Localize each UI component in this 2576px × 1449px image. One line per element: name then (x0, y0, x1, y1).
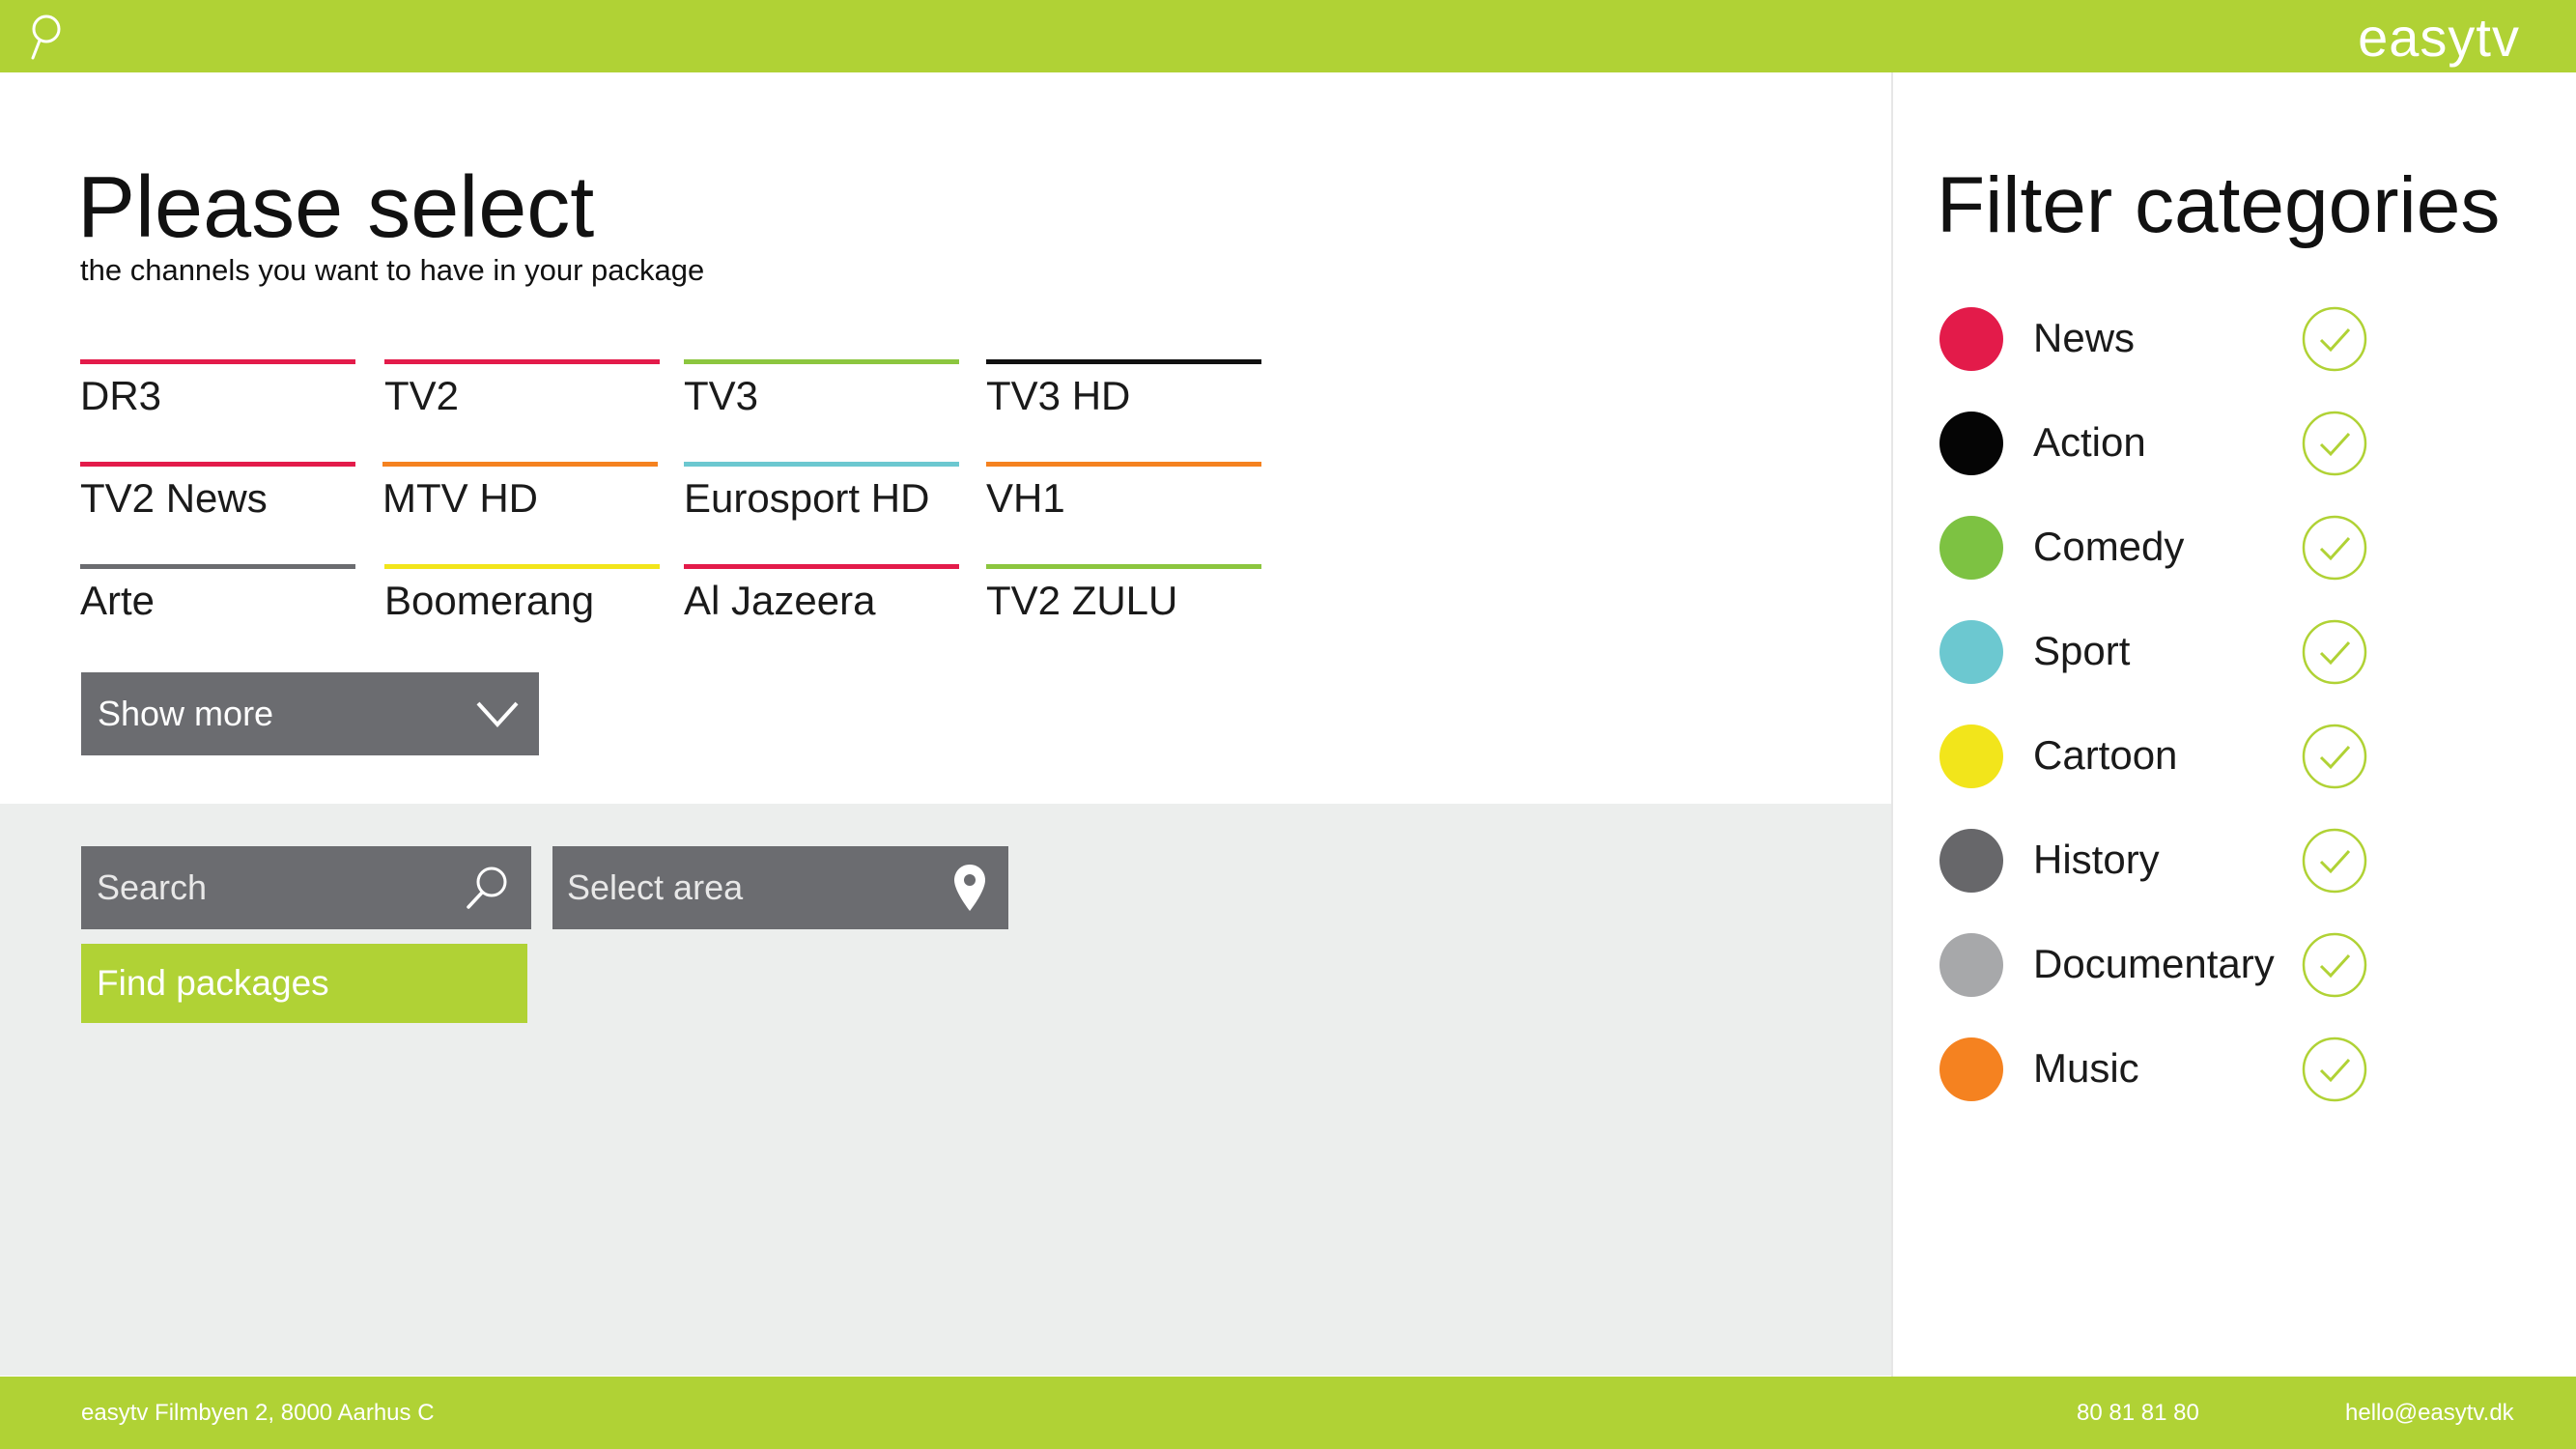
category-label: Cartoon (2033, 732, 2178, 778)
filter-row-music[interactable]: Music (1939, 1036, 2384, 1103)
filter-row-news[interactable]: News (1939, 305, 2384, 373)
category-label: Comedy (2033, 524, 2185, 569)
category-label: Documentary (2033, 941, 2275, 986)
footer-email[interactable]: hello@easytv.dk (2345, 1400, 2514, 1427)
channel-name: TV2 (384, 373, 460, 418)
channel-color-bar (80, 462, 355, 467)
channel-item[interactable]: DR3 (80, 359, 355, 446)
channel-color-bar (382, 462, 658, 467)
channel-name: DR3 (80, 373, 162, 418)
channel-item[interactable]: Al Jazeera (684, 564, 959, 651)
page-title: Please select (77, 159, 595, 256)
channel-name: TV2 ZULU (986, 578, 1178, 623)
check-circle-icon[interactable] (2301, 514, 2368, 582)
channel-item[interactable]: Eurosport HD (684, 462, 959, 549)
channel-name: Arte (80, 578, 156, 623)
channel-item[interactable]: Arte (80, 564, 355, 651)
check-circle-icon[interactable] (2301, 410, 2368, 477)
filter-row-cartoon[interactable]: Cartoon (1939, 723, 2384, 790)
channel-name: TV2 News (80, 475, 268, 521)
category-label: History (2033, 837, 2160, 882)
category-color-dot (1939, 620, 2003, 684)
check-circle-icon[interactable] (2301, 305, 2368, 373)
category-color-dot (1939, 933, 2003, 997)
search-icon[interactable] (25, 12, 68, 62)
check-circle-icon[interactable] (2301, 931, 2368, 999)
find-packages-label: Find packages (97, 963, 329, 1003)
category-label: Sport (2033, 628, 2131, 673)
channel-color-bar (80, 564, 355, 569)
filter-row-history[interactable]: History (1939, 827, 2384, 895)
category-color-dot (1939, 307, 2003, 371)
footer-address: easytv Filmbyen 2, 8000 Aarhus C (81, 1400, 435, 1426)
check-circle-icon[interactable] (2301, 618, 2368, 686)
channel-name: Al Jazeera (684, 578, 876, 623)
footer: easytv Filmbyen 2, 8000 Aarhus C 80 81 8… (0, 1377, 2576, 1449)
select-area-placeholder: Select area (567, 867, 744, 907)
find-packages-button[interactable]: Find packages (81, 944, 527, 1023)
location-pin-icon (954, 865, 985, 911)
check-circle-icon[interactable] (2301, 723, 2368, 790)
channel-name: VH1 (986, 475, 1065, 521)
channel-color-bar (384, 359, 660, 364)
channel-name: MTV HD (382, 475, 538, 521)
channel-item[interactable]: TV3 (684, 359, 959, 446)
channel-color-bar (986, 359, 1261, 364)
search-icon[interactable] (464, 864, 510, 912)
channel-color-bar (684, 564, 959, 569)
easytv-logo[interactable]: easytv (2358, 6, 2520, 69)
channel-name: TV3 HD (986, 373, 1131, 418)
show-more-button[interactable]: Show more (81, 672, 539, 755)
category-color-dot (1939, 724, 2003, 788)
channel-color-bar (684, 359, 959, 364)
channel-color-bar (384, 564, 660, 569)
filter-row-action[interactable]: Action (1939, 410, 2384, 477)
footer-phone[interactable]: 80 81 81 80 (2077, 1400, 2199, 1427)
check-circle-icon[interactable] (2301, 1036, 2368, 1103)
channel-color-bar (986, 564, 1261, 569)
top-bar: easytv (0, 0, 2576, 72)
channel-item[interactable]: TV2 (384, 359, 660, 446)
channel-color-bar (684, 462, 959, 467)
show-more-label: Show more (98, 694, 274, 733)
channel-name: TV3 (684, 373, 759, 418)
chevron-down-icon (476, 701, 519, 727)
channel-item[interactable]: VH1 (986, 462, 1261, 549)
select-area-dropdown[interactable]: Select area (552, 846, 1008, 929)
page-subtitle: the channels you want to have in your pa… (80, 253, 705, 287)
channel-item[interactable]: TV2 News (80, 462, 355, 549)
channel-item[interactable]: MTV HD (382, 462, 658, 549)
channel-color-bar (80, 359, 355, 364)
category-color-dot (1939, 829, 2003, 893)
channel-name: Boomerang (384, 578, 595, 623)
channel-item[interactable]: Boomerang (384, 564, 660, 651)
filter-row-sport[interactable]: Sport (1939, 618, 2384, 686)
channel-grid: DR3 TV2 TV3 TV3 HD TV2 News MTV HD Euros… (80, 359, 1268, 630)
channel-name: Eurosport HD (684, 475, 930, 521)
category-label: Action (2033, 419, 2146, 465)
channel-item[interactable]: TV2 ZULU (986, 564, 1261, 651)
search-input[interactable]: Search (81, 846, 531, 929)
channel-color-bar (986, 462, 1261, 467)
category-label: Music (2033, 1045, 2139, 1091)
category-color-dot (1939, 516, 2003, 580)
filter-title: Filter categories (1937, 161, 2501, 249)
channel-item[interactable]: TV3 HD (986, 359, 1261, 446)
filter-row-comedy[interactable]: Comedy (1939, 514, 2384, 582)
filter-row-documentary[interactable]: Documentary (1939, 931, 2384, 999)
check-circle-icon[interactable] (2301, 827, 2368, 895)
search-placeholder: Search (97, 867, 208, 907)
category-color-dot (1939, 1037, 2003, 1101)
category-label: News (2033, 315, 2136, 360)
category-color-dot (1939, 412, 2003, 475)
